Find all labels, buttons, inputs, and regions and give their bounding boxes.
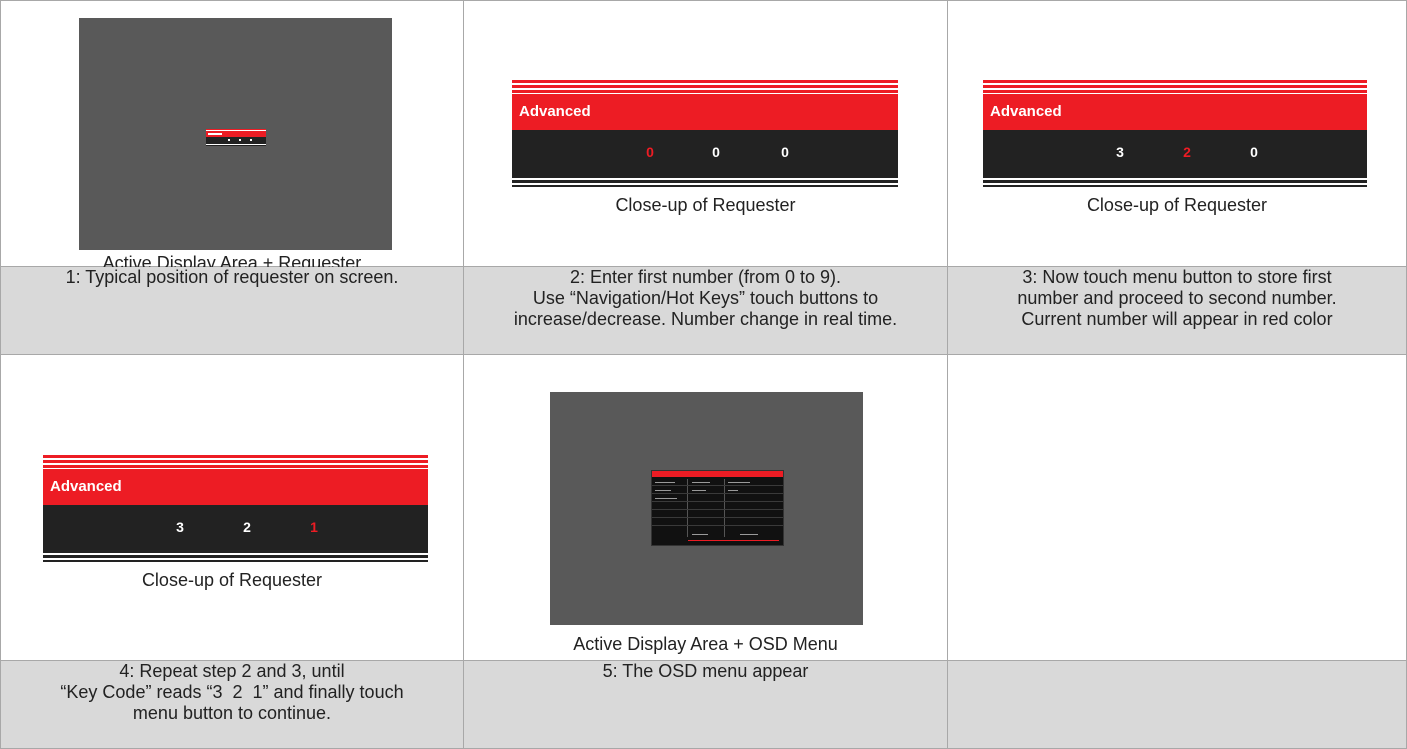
step-text: 4: Repeat step 2 and 3, until <box>119 661 345 681</box>
key-code-bar: 3 2 0 <box>983 130 1367 175</box>
active-display-area <box>79 18 392 250</box>
step-3: 3: Now touch menu button to store first … <box>947 266 1407 355</box>
key-digit-2: 0 <box>712 144 720 160</box>
top-stripes <box>43 455 428 469</box>
panel-caption: Close-up of Requester <box>141 570 323 590</box>
key-digit-1: 3 <box>1116 144 1124 160</box>
panel-2: Advanced 0 0 0 Close-up of Requester <box>463 0 948 267</box>
panel-caption: Close-up of Requester <box>1086 195 1268 215</box>
top-stripes <box>512 80 898 94</box>
requester-title: Advanced <box>983 94 1367 130</box>
step-text: 1: Typical position of requester on scre… <box>65 267 399 287</box>
mini-requester <box>206 129 266 146</box>
step-1: 1: Typical position of requester on scre… <box>0 266 464 355</box>
bottom-lines <box>512 175 898 187</box>
panel-5: Active Display Area + OSD Menu <box>463 354 948 661</box>
bottom-lines <box>983 175 1367 187</box>
active-display-area <box>550 392 863 625</box>
key-digit-1: 3 <box>176 519 184 535</box>
requester-closeup: Advanced 3 2 0 <box>983 80 1367 187</box>
panel-6-empty <box>947 354 1407 661</box>
key-digit-3: 0 <box>781 144 789 160</box>
panel-3: Advanced 3 2 0 Close-up of Requester <box>947 0 1407 267</box>
bottom-lines <box>43 550 428 562</box>
step-text: “Key Code” reads “3 2 1” and finally tou… <box>60 682 404 702</box>
requester-closeup: Advanced 0 0 0 <box>512 80 898 187</box>
requester-title: Advanced <box>43 469 428 505</box>
instruction-grid: Active Display Area + Requester Advanced… <box>0 0 1407 749</box>
key-digit-3: 0 <box>1250 144 1258 160</box>
step-2: 2: Enter first number (from 0 to 9). Use… <box>463 266 948 355</box>
key-digit-2: 2 <box>243 519 251 535</box>
panel-caption: Close-up of Requester <box>615 195 796 215</box>
key-code-bar: 0 0 0 <box>512 130 898 175</box>
step-text: Use “Navigation/Hot Keys” touch buttons … <box>532 288 879 308</box>
step-text: 5: The OSD menu appear <box>602 661 809 681</box>
step-4: 4: Repeat step 2 and 3, until “Key Code”… <box>0 660 464 749</box>
step-text: 2: Enter first number (from 0 to 9). <box>569 267 842 287</box>
step-text: 3: Now touch menu button to store first <box>1022 267 1332 287</box>
step-text: menu button to continue. <box>132 703 332 723</box>
panel-1: Active Display Area + Requester <box>0 0 464 273</box>
step-text: Current number will appear in red color <box>1021 309 1333 329</box>
step-text: number and proceed to second number. <box>1017 288 1337 308</box>
mini-osd-menu <box>651 470 784 546</box>
top-stripes <box>983 80 1367 94</box>
key-code-bar: 3 2 1 <box>43 505 428 550</box>
requester-title: Advanced <box>512 94 898 130</box>
step-text: increase/decrease. Number change in real… <box>513 309 898 329</box>
step-6-empty <box>947 660 1407 749</box>
requester-closeup: Advanced 3 2 1 <box>43 455 428 562</box>
key-digit-1: 0 <box>646 144 654 160</box>
key-digit-3: 1 <box>310 519 318 535</box>
step-5: 5: The OSD menu appear <box>463 660 948 749</box>
panel-4: Advanced 3 2 1 Close-up of Requester <box>0 354 464 661</box>
key-digit-2: 2 <box>1183 144 1191 160</box>
panel-caption: Active Display Area + OSD Menu <box>573 634 838 654</box>
